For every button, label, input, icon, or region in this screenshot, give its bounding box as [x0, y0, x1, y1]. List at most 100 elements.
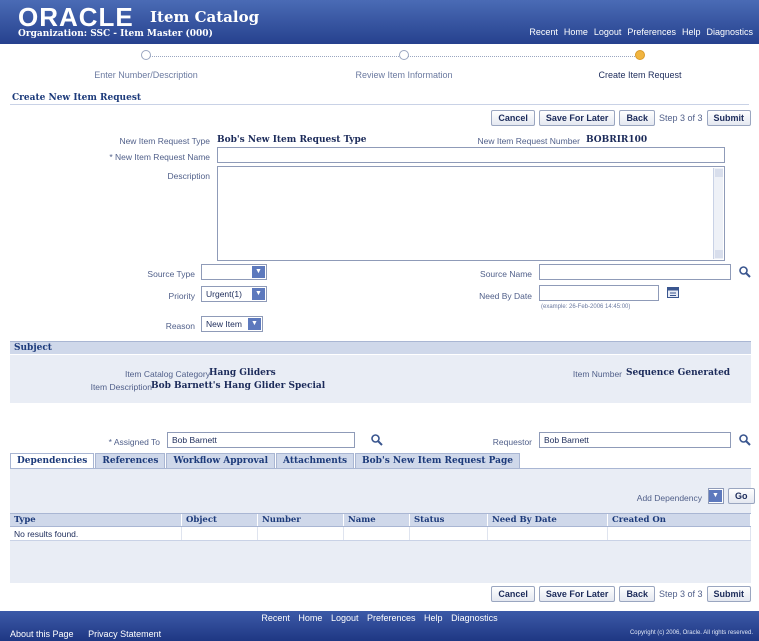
preferences-link[interactable]: Preferences	[627, 27, 676, 37]
bottom-button-bar: Cancel Save For Later Back Step 3 of 3 S…	[491, 586, 751, 602]
step-indicator: Step 3 of 3	[658, 113, 703, 123]
dropdown-arrow-icon: ▼	[252, 288, 265, 300]
help-link[interactable]: Help	[682, 27, 701, 37]
preferences-link[interactable]: Preferences	[367, 613, 416, 623]
step-dot-icon	[141, 50, 151, 60]
divider	[10, 104, 749, 105]
recent-link[interactable]: Recent	[261, 613, 290, 623]
table-cell	[488, 527, 608, 540]
source-name-search-icon[interactable]	[738, 265, 752, 279]
column-header[interactable]: Status	[410, 514, 488, 526]
save-for-later-button[interactable]: Save For Later	[538, 586, 616, 602]
column-header[interactable]: Type	[10, 514, 182, 526]
home-link[interactable]: Home	[298, 613, 322, 623]
current-step-dot-icon	[635, 50, 645, 60]
assigned-to-label: * Assigned To	[108, 437, 160, 447]
request-number-value: BOBRIR100	[586, 135, 648, 145]
item-number-value: Sequence Generated	[626, 368, 731, 378]
page-title: Create New Item Request	[12, 93, 142, 103]
dependencies-table: Type Object Number Name Status Need By D…	[10, 513, 751, 541]
train-step-label: Create Item Request	[598, 70, 682, 80]
date-format-hint: (example: 26-Feb-2006 14:45:00)	[541, 304, 631, 310]
source-name-label: Source Name	[480, 269, 532, 279]
train-step-review-item[interactable]: Review Item Information	[294, 50, 514, 80]
submit-button[interactable]: Submit	[706, 110, 751, 126]
tab-dependencies[interactable]: Dependencies	[10, 453, 95, 468]
item-description-value: Bob Barnett's Hang Glider Special	[151, 381, 326, 391]
footer-global-links: Recent Home Logout Preferences Help Diag…	[0, 613, 759, 623]
home-link[interactable]: Home	[564, 27, 588, 37]
reason-value: New Item	[206, 319, 242, 329]
scrollbar[interactable]	[713, 168, 723, 259]
item-number-label: Item Number	[572, 369, 622, 379]
add-dependency-select[interactable]: ▼	[708, 488, 724, 504]
scroll-down-icon[interactable]	[715, 250, 723, 258]
top-button-bar: Cancel Save For Later Back Step 3 of 3 S…	[491, 110, 751, 126]
copyright-text: Copyright (c) 2006, Oracle. All rights r…	[629, 630, 753, 636]
assigned-to-search-icon[interactable]	[370, 433, 384, 447]
column-header[interactable]: Need By Date	[488, 514, 608, 526]
request-name-input[interactable]	[217, 147, 725, 163]
save-for-later-button[interactable]: Save For Later	[538, 110, 616, 126]
column-header[interactable]: Number	[258, 514, 344, 526]
source-type-select[interactable]: ▼	[201, 264, 267, 280]
requestor-label: Requestor	[492, 437, 532, 447]
organization-label: Organization: SSC - Item Master (000)	[18, 29, 213, 39]
submit-button[interactable]: Submit	[706, 586, 751, 602]
train-step-label: Review Item Information	[355, 70, 453, 80]
diagnostics-link[interactable]: Diagnostics	[706, 27, 753, 37]
privacy-statement-link[interactable]: Privacy Statement	[88, 629, 161, 639]
column-header[interactable]: Created On	[608, 514, 751, 526]
subject-heading: Subject	[14, 343, 52, 353]
requestor-search-icon[interactable]	[738, 433, 752, 447]
back-button[interactable]: Back	[619, 110, 655, 126]
page-footer: Recent Home Logout Preferences Help Diag…	[0, 611, 759, 641]
calendar-icon[interactable]	[666, 285, 680, 299]
priority-value: Urgent(1)	[206, 289, 242, 299]
column-header[interactable]: Name	[344, 514, 410, 526]
subject-region: Item Catalog Category Hang Gliders Item …	[10, 355, 751, 403]
reason-label: Reason	[165, 321, 195, 331]
need-by-date-label: Need By Date	[479, 291, 532, 301]
assigned-to-input[interactable]: Bob Barnett	[167, 432, 355, 448]
logout-link[interactable]: Logout	[594, 27, 622, 37]
add-dependency-label: Add Dependency	[636, 493, 702, 503]
table-cell	[344, 527, 410, 540]
diagnostics-link[interactable]: Diagnostics	[451, 613, 498, 623]
source-type-label: Source Type	[147, 269, 195, 279]
subtab-bar: Dependencies References Workflow Approva…	[10, 453, 521, 468]
description-label: Description	[167, 171, 210, 181]
recent-link[interactable]: Recent	[529, 27, 558, 37]
tab-references[interactable]: References	[95, 453, 166, 468]
tab-new-item-request-page[interactable]: Bob's New Item Request Page	[355, 453, 520, 468]
source-name-input[interactable]	[539, 264, 731, 280]
scroll-up-icon[interactable]	[715, 169, 723, 177]
table-row: No results found.	[10, 527, 751, 541]
priority-select[interactable]: Urgent(1) ▼	[201, 286, 267, 302]
need-by-date-input[interactable]	[539, 285, 659, 301]
column-header[interactable]: Object	[182, 514, 258, 526]
tab-attachments[interactable]: Attachments	[276, 453, 355, 468]
process-train: Enter Number/Description Review Item Inf…	[0, 44, 759, 86]
item-description-label: Item Description	[90, 382, 152, 392]
reason-select[interactable]: New Item ▼	[201, 316, 263, 332]
help-link[interactable]: Help	[424, 613, 443, 623]
global-links: Recent Home Logout Preferences Help Diag…	[529, 27, 753, 37]
about-page-link[interactable]: About this Page	[10, 629, 74, 639]
dropdown-arrow-icon: ▼	[248, 318, 261, 330]
cancel-button[interactable]: Cancel	[491, 110, 535, 126]
subject-header: Subject	[10, 341, 751, 354]
requestor-input[interactable]: Bob Barnett	[539, 432, 731, 448]
table-cell	[410, 527, 488, 540]
table-cell	[608, 527, 751, 540]
back-button[interactable]: Back	[619, 586, 655, 602]
request-name-label: * New Item Request Name	[109, 152, 210, 162]
go-button[interactable]: Go	[728, 488, 755, 504]
train-step-enter-number[interactable]: Enter Number/Description	[36, 50, 256, 80]
tab-workflow-approval[interactable]: Workflow Approval	[166, 453, 276, 468]
description-textarea[interactable]	[217, 166, 725, 261]
logout-link[interactable]: Logout	[331, 613, 359, 623]
train-step-label: Enter Number/Description	[94, 70, 198, 80]
step-indicator: Step 3 of 3	[658, 589, 703, 599]
cancel-button[interactable]: Cancel	[491, 586, 535, 602]
